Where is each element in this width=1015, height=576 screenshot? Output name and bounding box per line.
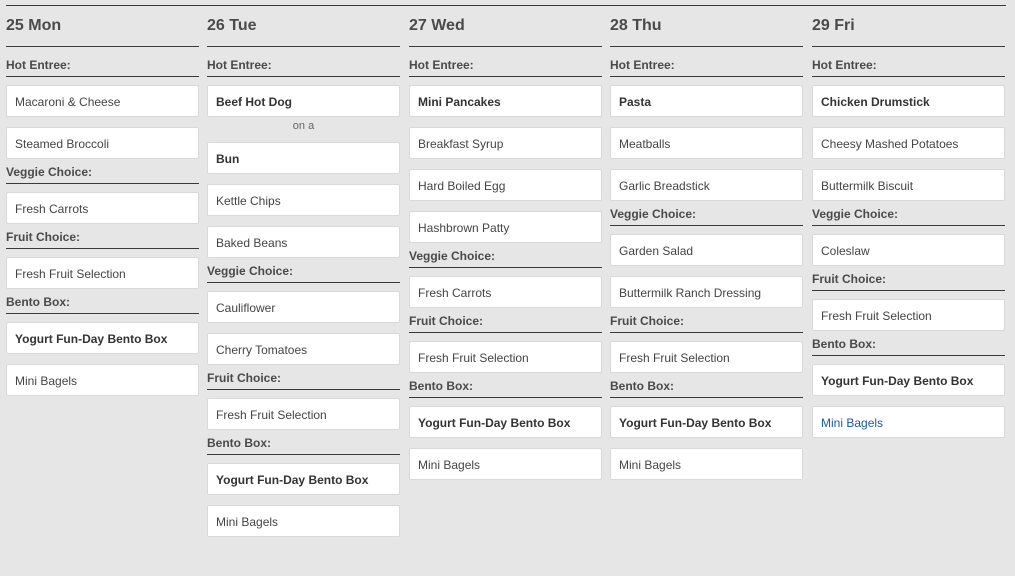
- menu-item[interactable]: Yogurt Fun-Day Bento Box: [207, 463, 400, 495]
- day-column: 26 Tue Hot Entree: Beef Hot Dog on a Bun…: [207, 6, 400, 547]
- day-column: 25 Mon Hot Entree: Macaroni & Cheese Ste…: [6, 6, 199, 406]
- day-column: 28 Thu Hot Entree: Pasta Meatballs Garli…: [610, 6, 803, 490]
- section-label: Hot Entree:: [409, 47, 602, 77]
- menu-item[interactable]: Mini Bagels: [207, 505, 400, 537]
- menu-item[interactable]: Cheesy Mashed Potatoes: [812, 127, 1005, 159]
- section-label: Hot Entree:: [812, 47, 1005, 77]
- menu-item[interactable]: Yogurt Fun-Day Bento Box: [409, 406, 602, 438]
- day-header: 26 Tue: [207, 6, 400, 47]
- menu-item[interactable]: Mini Bagels: [610, 448, 803, 480]
- menu-item[interactable]: Chicken Drumstick: [812, 85, 1005, 117]
- menu-item[interactable]: Mini Bagels: [409, 448, 602, 480]
- day-header: 27 Wed: [409, 6, 602, 47]
- menu-item-link[interactable]: Mini Bagels: [812, 406, 1005, 438]
- menu-item[interactable]: Hard Boiled Egg: [409, 169, 602, 201]
- menu-item[interactable]: Beef Hot Dog: [207, 85, 400, 117]
- menu-item[interactable]: Macaroni & Cheese: [6, 85, 199, 117]
- menu-item[interactable]: Yogurt Fun-Day Bento Box: [610, 406, 803, 438]
- week-menu: 25 Mon Hot Entree: Macaroni & Cheese Ste…: [6, 5, 1006, 576]
- menu-item[interactable]: Meatballs: [610, 127, 803, 159]
- menu-item[interactable]: Mini Bagels: [6, 364, 199, 396]
- day-column: 27 Wed Hot Entree: Mini Pancakes Breakfa…: [409, 6, 602, 490]
- menu-item[interactable]: Yogurt Fun-Day Bento Box: [6, 322, 199, 354]
- menu-item[interactable]: Garden Salad: [610, 234, 803, 266]
- day-header: 29 Fri: [812, 6, 1005, 47]
- menu-item[interactable]: Yogurt Fun-Day Bento Box: [812, 364, 1005, 396]
- section-label: Hot Entree:: [6, 47, 199, 77]
- section-label: Fruit Choice:: [812, 261, 1005, 291]
- day-header: 25 Mon: [6, 6, 199, 47]
- section-label: Fruit Choice:: [409, 303, 602, 333]
- day-column: 29 Fri Hot Entree: Chicken Drumstick Che…: [812, 6, 1005, 448]
- section-label: Veggie Choice:: [207, 253, 400, 283]
- menu-item[interactable]: Kettle Chips: [207, 184, 400, 216]
- section-label: Fruit Choice:: [6, 219, 199, 249]
- menu-item[interactable]: Cauliflower: [207, 291, 400, 323]
- menu-item[interactable]: Bun: [207, 142, 400, 174]
- menu-item[interactable]: Breakfast Syrup: [409, 127, 602, 159]
- section-label: Hot Entree:: [207, 47, 400, 77]
- section-label: Hot Entree:: [610, 47, 803, 77]
- item-connector: on a: [292, 120, 315, 132]
- day-header: 28 Thu: [610, 6, 803, 47]
- menu-item[interactable]: Mini Pancakes: [409, 85, 602, 117]
- menu-item[interactable]: Pasta: [610, 85, 803, 117]
